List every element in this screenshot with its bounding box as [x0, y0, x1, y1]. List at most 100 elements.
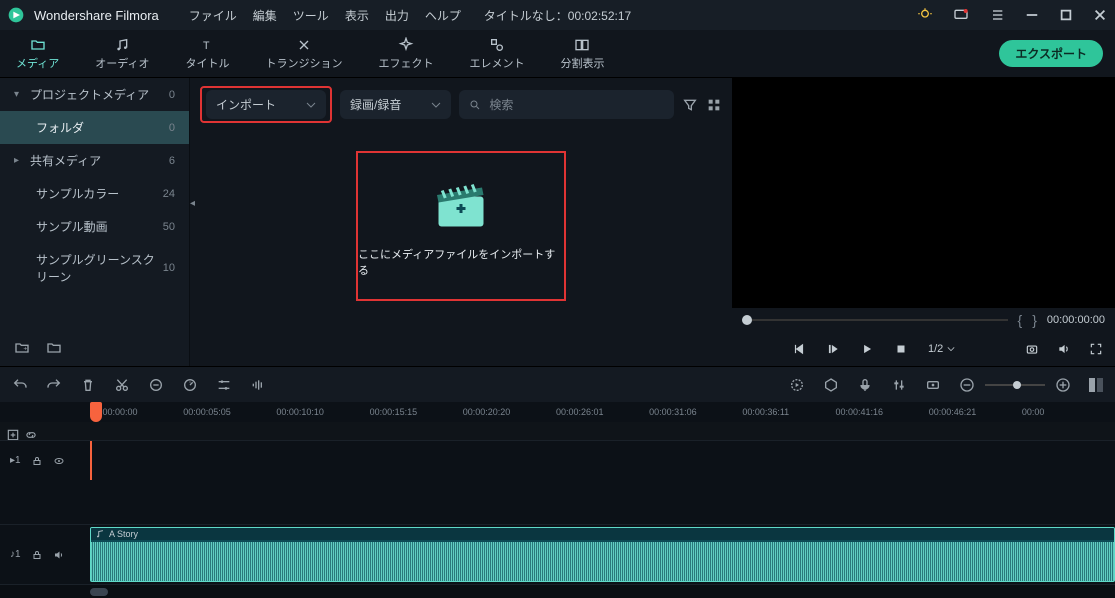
preview-panel: { } 00:00:00:00 1/2 — [732, 78, 1115, 366]
redo-icon[interactable] — [46, 377, 62, 393]
audio-track-body[interactable]: A Story — [90, 525, 1115, 584]
sidebar-item-sample-color[interactable]: サンプルカラー 24 — [0, 177, 189, 210]
preview-video-area[interactable] — [732, 78, 1115, 308]
titlebar: Wondershare Filmora ファイル 編集 ツール 表示 出力 ヘル… — [0, 0, 1115, 30]
audio-clip[interactable]: A Story — [90, 527, 1115, 582]
window-close-icon[interactable] — [1093, 8, 1107, 22]
timeline-scrollbar[interactable] — [0, 584, 1115, 598]
step-back-icon[interactable] — [826, 342, 840, 356]
audio-clip-name: A Story — [109, 529, 138, 539]
drop-zone-text: ここにメディアファイルをインポートする — [358, 246, 564, 278]
message-icon[interactable] — [953, 7, 969, 23]
delete-icon[interactable] — [80, 377, 96, 393]
zoom-out-icon[interactable] — [959, 377, 975, 393]
sidebar-item-sample-video[interactable]: サンプル動画 50 — [0, 210, 189, 243]
sidebar-item-shared-media[interactable]: ▸ 共有メディア 6 — [0, 144, 189, 177]
video-track-row: ▸1 — [0, 440, 1115, 480]
audio-graph-icon[interactable] — [250, 377, 266, 393]
crop-icon[interactable] — [148, 377, 164, 393]
import-dropdown[interactable]: インポート — [206, 90, 326, 119]
video-track-label: ▸1 — [10, 455, 21, 466]
search-icon — [469, 99, 481, 111]
link-icon[interactable] — [18, 422, 36, 440]
audio-track-row: ♪1 A Story — [0, 524, 1115, 584]
grid-view-icon[interactable] — [706, 97, 722, 113]
menu-help[interactable]: ヘルプ — [425, 7, 461, 24]
preview-scrub-bar[interactable]: { } 00:00:00:00 — [732, 308, 1115, 332]
lightbulb-icon[interactable] — [917, 7, 933, 23]
tab-split[interactable]: 分割表示 — [556, 33, 608, 75]
fullscreen-icon[interactable] — [1089, 342, 1103, 356]
tab-elements[interactable]: エレメント — [465, 33, 528, 75]
stop-icon[interactable] — [894, 342, 908, 356]
list-icon[interactable] — [989, 7, 1005, 23]
sidebar-item-project-media[interactable]: ▾ プロジェクトメディア 0 — [0, 78, 189, 111]
eye-icon[interactable] — [53, 455, 65, 467]
undo-icon[interactable] — [12, 377, 28, 393]
tab-effects[interactable]: エフェクト — [374, 33, 437, 75]
timeline-ruler[interactable]: 00:00:00:00 00:00:05:05 00:00:10:10 00:0… — [0, 402, 1115, 422]
preview-timecode: 00:00:00:00 — [1047, 314, 1105, 326]
scrollbar-thumb[interactable] — [90, 588, 108, 596]
timeline-tool-row — [0, 422, 1115, 440]
marker-icon[interactable] — [823, 377, 839, 393]
sidebar-collapse-icon[interactable]: ◂ — [190, 198, 195, 209]
playhead-flag[interactable] — [90, 402, 102, 422]
module-tabs: メディア オーディオ T タイトル トランジション エフェクト エレメント 分割… — [0, 30, 1115, 78]
tab-transitions[interactable]: トランジション — [261, 33, 346, 75]
video-track-body[interactable] — [90, 441, 1115, 480]
prev-frame-icon[interactable] — [792, 342, 806, 356]
cut-icon[interactable] — [114, 377, 130, 393]
media-sidebar: ▾ プロジェクトメディア 0 フォルダ 0 ▸ 共有メディア 6 サンプルカラー… — [0, 78, 190, 366]
adjust-icon[interactable] — [216, 377, 232, 393]
mic-icon[interactable] — [857, 377, 873, 393]
tab-titles[interactable]: T タイトル — [181, 33, 233, 75]
window-maximize-icon[interactable] — [1059, 8, 1073, 22]
audio-track-label: ♪1 — [10, 549, 21, 560]
record-dropdown[interactable]: 録画/録音 — [340, 90, 451, 119]
menu-output[interactable]: 出力 — [385, 7, 409, 24]
clapperboard-icon — [421, 174, 501, 234]
menu-view[interactable]: 表示 — [345, 7, 369, 24]
keyframe-icon[interactable] — [925, 377, 941, 393]
tab-audio[interactable]: オーディオ — [91, 33, 153, 75]
brace-open-icon[interactable]: { — [1018, 312, 1023, 328]
menu-file[interactable]: ファイル — [189, 7, 237, 24]
folder-icon — [30, 37, 46, 53]
filter-icon[interactable] — [682, 97, 698, 113]
new-folder-icon[interactable] — [46, 340, 62, 356]
menu-edit[interactable]: 編集 — [253, 7, 277, 24]
brace-close-icon[interactable]: } — [1032, 312, 1037, 328]
export-button[interactable]: エクスポート — [999, 40, 1103, 67]
mixer-icon[interactable] — [891, 377, 907, 393]
preview-quality-select[interactable]: 1/2 — [928, 343, 955, 355]
window-minimize-icon[interactable] — [1025, 8, 1039, 22]
add-track-icon[interactable] — [0, 422, 18, 440]
snapshot-icon[interactable] — [1025, 342, 1039, 356]
volume-icon[interactable] — [1057, 342, 1071, 356]
toggle-view-icon[interactable] — [1089, 378, 1103, 392]
menu-tools[interactable]: ツール — [293, 7, 329, 24]
render-icon[interactable] — [789, 377, 805, 393]
music-note-icon — [95, 529, 105, 539]
speed-icon[interactable] — [182, 377, 198, 393]
sidebar-item-folder[interactable]: フォルダ 0 — [0, 111, 189, 144]
play-icon[interactable] — [860, 342, 874, 356]
search-input[interactable]: 検索 — [459, 90, 674, 119]
speaker-icon[interactable] — [53, 549, 65, 561]
lock-icon[interactable] — [31, 455, 43, 467]
text-icon: T — [199, 37, 215, 53]
zoom-in-icon[interactable] — [1055, 377, 1071, 393]
sidebar-item-sample-green[interactable]: サンプルグリーンスクリーン 10 — [0, 243, 189, 293]
lock-icon[interactable] — [31, 549, 43, 561]
new-folder-plus-icon[interactable]: + — [14, 340, 30, 356]
split-icon — [574, 37, 590, 53]
zoom-slider[interactable] — [985, 384, 1045, 386]
import-drop-zone[interactable]: ここにメディアファイルをインポートする — [356, 151, 566, 301]
chevron-down-icon — [947, 345, 955, 353]
tab-media[interactable]: メディア — [12, 33, 63, 75]
scrub-handle[interactable] — [742, 315, 752, 325]
media-panel: インポート 録画/録音 検索 ここにメディア — [190, 78, 732, 366]
menubar: ファイル 編集 ツール 表示 出力 ヘルプ — [189, 7, 461, 24]
playhead-line[interactable] — [90, 441, 92, 480]
